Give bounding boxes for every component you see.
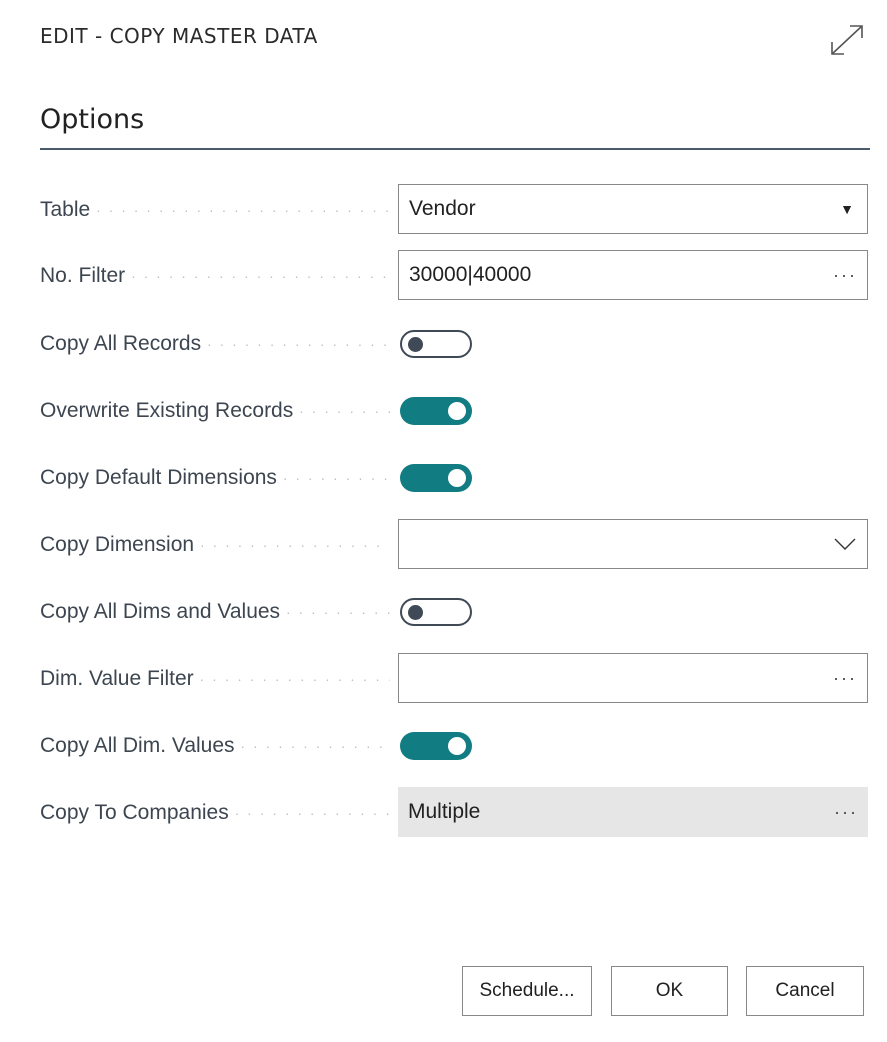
copy-default-dimensions-toggle[interactable]	[400, 464, 472, 492]
copy-to-companies-field[interactable]: Multiple ···	[398, 787, 868, 837]
overwrite-existing-label: Overwrite Existing Records	[40, 399, 390, 423]
copy-default-dimensions-label: Copy Default Dimensions	[40, 466, 390, 490]
no-filter-value: 30000|40000	[409, 263, 532, 286]
ellipsis-icon[interactable]: ···	[824, 802, 868, 823]
section-divider	[40, 148, 870, 150]
overwrite-existing-row: Overwrite Existing Records	[40, 385, 870, 437]
dim-value-filter-label: Dim. Value Filter	[40, 667, 390, 691]
table-label: Table	[40, 198, 390, 222]
table-select[interactable]: Vendor ▼	[398, 184, 868, 234]
schedule-button[interactable]: Schedule...	[462, 966, 592, 1016]
copy-dimension-row: Copy Dimension	[40, 519, 870, 571]
copy-all-dims-values-toggle[interactable]	[400, 598, 472, 626]
copy-to-companies-row: Copy To Companies Multiple ···	[40, 787, 870, 839]
table-value: Vendor	[409, 197, 476, 220]
no-filter-row: No. Filter 30000|40000 ···	[40, 250, 870, 302]
ellipsis-icon[interactable]: ···	[823, 668, 867, 689]
copy-all-records-toggle[interactable]	[400, 330, 472, 358]
copy-dimension-select[interactable]	[398, 519, 868, 569]
copy-all-dims-values-label: Copy All Dims and Values	[40, 600, 390, 624]
copy-all-dims-values-row: Copy All Dims and Values	[40, 586, 870, 638]
copy-all-dim-values-row: Copy All Dim. Values	[40, 720, 870, 772]
copy-default-dimensions-row: Copy Default Dimensions	[40, 452, 870, 504]
copy-dimension-label: Copy Dimension	[40, 533, 390, 557]
toggle-knob	[408, 337, 423, 352]
overwrite-existing-toggle[interactable]	[400, 397, 472, 425]
copy-all-records-row: Copy All Records	[40, 318, 870, 370]
no-filter-input[interactable]: 30000|40000 ···	[398, 250, 868, 300]
dim-value-filter-row: Dim. Value Filter · · ·	[40, 653, 870, 705]
expand-icon[interactable]	[826, 20, 868, 60]
toggle-knob	[408, 605, 423, 620]
chevron-down-icon[interactable]	[823, 534, 867, 554]
dim-value-filter-input[interactable]: ···	[398, 653, 868, 703]
copy-all-records-label: Copy All Records	[40, 332, 390, 356]
no-filter-label: No. Filter	[40, 264, 390, 288]
toggle-knob	[448, 469, 466, 487]
ok-button[interactable]: OK	[611, 966, 728, 1016]
toggle-knob	[448, 402, 466, 420]
dialog-title: EDIT - COPY MASTER DATA	[40, 24, 318, 48]
copy-to-companies-label: Copy To Companies	[40, 801, 390, 825]
copy-to-companies-value: Multiple	[408, 800, 481, 823]
section-title: Options	[40, 104, 145, 135]
toggle-knob	[448, 737, 466, 755]
dropdown-arrow-icon[interactable]: ▼	[827, 201, 867, 217]
copy-all-dim-values-label: Copy All Dim. Values	[40, 734, 390, 758]
table-row: Table Vendor ▼	[40, 184, 870, 236]
ellipsis-icon[interactable]: ···	[823, 265, 867, 286]
copy-all-dim-values-toggle[interactable]	[400, 732, 472, 760]
cancel-button[interactable]: Cancel	[746, 966, 864, 1016]
